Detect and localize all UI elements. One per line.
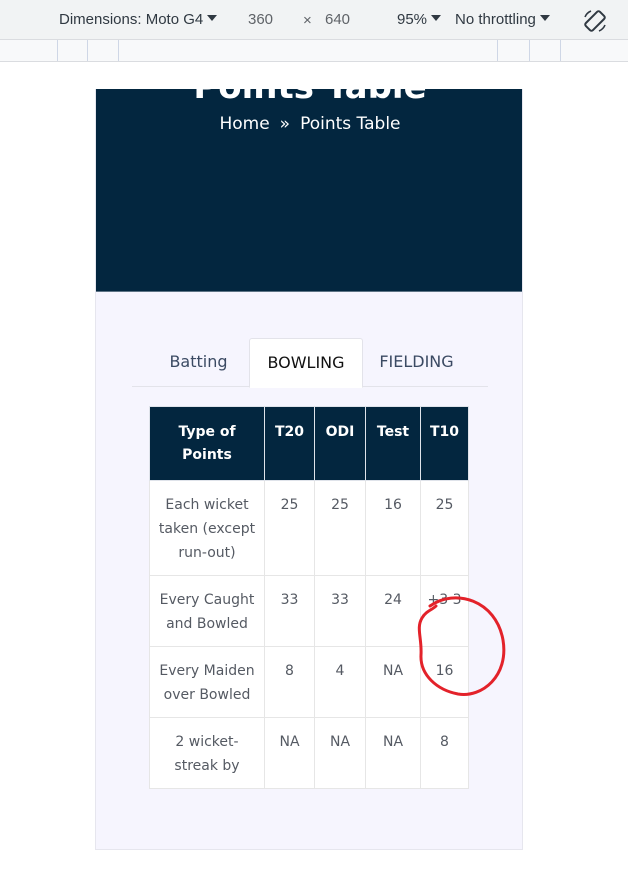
devtools-device-toolbar: Dimensions: Moto G4 360 × 640 95% No thr… xyxy=(0,0,628,40)
table-cell: 25 xyxy=(264,480,315,576)
page-hero: Points Table Home » Points Table xyxy=(96,89,522,292)
device-select[interactable]: Dimensions: Moto G4 xyxy=(59,11,218,28)
ruler-mark xyxy=(57,40,58,61)
breadcrumb-current: Points Table xyxy=(300,114,401,134)
device-select-label: Dimensions: Moto G4 xyxy=(59,11,204,28)
table-cell: +3 3 xyxy=(420,575,469,647)
table-cell: 2 wicket-streak by xyxy=(149,717,265,789)
ruler-mark xyxy=(529,40,530,61)
table-cell: NA xyxy=(365,717,421,789)
device-viewport: Points Table Home » Points Table Batting B… xyxy=(95,89,523,850)
chevron-down-icon xyxy=(431,15,442,21)
breadcrumb: Home » Points Table xyxy=(96,114,522,134)
table-cell: 4 xyxy=(314,646,366,718)
ruler-mark xyxy=(87,40,88,61)
table-cell: 24 xyxy=(365,575,421,647)
table-row: 2 wicket-streak by NA NA NA 8 xyxy=(149,717,469,789)
media-query-ruler xyxy=(0,40,628,62)
table-cell: 8 xyxy=(264,646,315,718)
header-t20: T20 xyxy=(264,406,315,481)
table-row: Every Maiden over Bowled 8 4 NA 16 xyxy=(149,646,469,718)
breadcrumb-home-link[interactable]: Home xyxy=(219,114,269,134)
zoom-select[interactable]: 95% xyxy=(397,11,442,28)
table-cell: 8 xyxy=(420,717,469,789)
points-tabs: Batting BOWLING FIELDING xyxy=(132,338,488,388)
table-cell: Every Maiden over Bowled xyxy=(149,646,265,718)
table-cell: Every Caught and Bowled xyxy=(149,575,265,647)
table-cell: NA xyxy=(365,646,421,718)
chevron-down-icon xyxy=(207,15,218,21)
table-row: Every Caught and Bowled 33 33 24 +3 3 xyxy=(149,575,469,647)
tab-batting[interactable]: Batting xyxy=(151,338,246,387)
header-type-of-points: Type of Points xyxy=(149,406,265,481)
table-cell: 25 xyxy=(420,480,469,576)
breadcrumb-separator: » xyxy=(279,114,291,134)
table-cell: 33 xyxy=(264,575,315,647)
table-header-row: Type of Points T20 ODI Test T10 xyxy=(149,406,469,481)
bowling-points-table: Type of Points T20 ODI Test T10 Each wic… xyxy=(149,406,469,789)
table-row: Each wicket taken (except run-out) 25 25… xyxy=(149,480,469,576)
throttling-select[interactable]: No throttling xyxy=(455,11,550,28)
ruler-mark xyxy=(560,40,561,61)
table-cell: NA xyxy=(314,717,366,789)
table-cell: Each wicket taken (except run-out) xyxy=(149,480,265,576)
table-cell: 16 xyxy=(420,646,469,718)
tab-bowling[interactable]: BOWLING xyxy=(249,338,363,388)
tab-fielding[interactable]: FIELDING xyxy=(368,338,465,387)
rotate-device-icon[interactable] xyxy=(582,8,608,34)
ruler-mark xyxy=(118,40,119,61)
table-cell: NA xyxy=(264,717,315,789)
page-title: Points Table xyxy=(96,89,522,107)
ruler-mark xyxy=(497,40,498,61)
table-cell: 25 xyxy=(314,480,366,576)
width-input[interactable]: 360 xyxy=(248,11,273,28)
header-t10: T10 xyxy=(420,406,469,481)
header-test: Test xyxy=(365,406,421,481)
height-input[interactable]: 640 xyxy=(325,11,350,28)
table-cell: 16 xyxy=(365,480,421,576)
chevron-down-icon xyxy=(539,15,550,21)
table-cell: 33 xyxy=(314,575,366,647)
header-odi: ODI xyxy=(314,406,366,481)
throttling-label: No throttling xyxy=(455,11,536,28)
zoom-label: 95% xyxy=(397,11,428,28)
times-icon: × xyxy=(303,12,312,29)
hero-divider xyxy=(96,291,522,292)
